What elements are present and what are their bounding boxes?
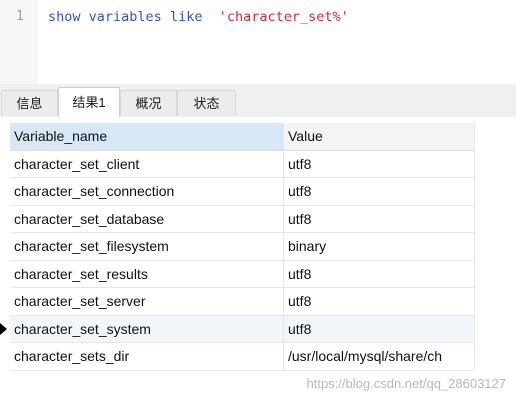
cell-variable-name[interactable]: character_set_client [10, 150, 284, 177]
tab-result-1[interactable]: 结果1 [58, 87, 120, 117]
result-grid[interactable]: Variable_name Value character_set_client… [0, 123, 474, 371]
keyword-show: show [48, 9, 81, 25]
tab-profile[interactable]: 概况 [120, 90, 177, 116]
cell-variable-name[interactable]: character_sets_dir [10, 343, 284, 370]
table-row[interactable]: character_set_client utf8 [10, 150, 474, 178]
keyword-like: like [169, 9, 203, 25]
sql-code-line[interactable]: show variables like 'character_set%' [48, 9, 349, 25]
tab-status[interactable]: 状态 [177, 90, 236, 116]
tab-info[interactable]: 信息 [1, 90, 58, 116]
cell-value[interactable]: utf8 [284, 288, 474, 315]
cell-variable-name[interactable]: character_set_results [10, 260, 284, 287]
table-row[interactable]: character_set_results utf8 [10, 260, 474, 288]
cell-value[interactable]: utf8 [284, 178, 474, 205]
result-tab-strip: 信息 结果1 概况 状态 [0, 87, 516, 117]
cell-value[interactable]: utf8 [284, 315, 474, 342]
cell-value[interactable]: utf8 [284, 261, 474, 288]
line-number: 1 [16, 9, 24, 24]
table-row[interactable]: character_set_database utf8 [10, 205, 474, 233]
cell-variable-name[interactable]: character_set_server [10, 288, 284, 315]
grid-header-row: Variable_name Value [10, 123, 474, 151]
current-row-indicator-icon [0, 322, 7, 335]
string-literal: 'character_set%' [218, 9, 349, 25]
cell-value[interactable]: /usr/local/mysql/share/ch [284, 343, 474, 370]
table-row[interactable]: character_set_filesystem binary [10, 233, 474, 261]
cell-variable-name[interactable]: character_set_filesystem [10, 233, 284, 260]
result-grid-area: Variable_name Value character_set_client… [0, 117, 516, 401]
cell-value[interactable]: utf8 [284, 206, 474, 233]
cell-value[interactable]: binary [284, 233, 474, 260]
sql-editor[interactable]: 1 show variables like 'character_set%' [0, 0, 516, 84]
table-row[interactable]: character_sets_dir /usr/local/mysql/shar… [10, 343, 474, 371]
cell-variable-name[interactable]: character_set_connection [10, 178, 284, 205]
cell-value[interactable]: utf8 [284, 151, 474, 178]
keyword-variables: variables [88, 9, 162, 25]
table-row[interactable]: character_set_connection utf8 [10, 178, 474, 206]
cell-variable-name[interactable]: character_set_system [10, 315, 284, 342]
app-window: 1 show variables like 'character_set%' 信… [0, 0, 516, 401]
column-header-variable-name[interactable]: Variable_name [10, 123, 284, 150]
cell-variable-name[interactable]: character_set_database [10, 205, 284, 232]
grid-right-border [474, 123, 475, 369]
table-row-current[interactable]: character_set_system utf8 [0, 315, 474, 343]
table-row[interactable]: character_set_server utf8 [10, 288, 474, 316]
column-header-value[interactable]: Value [284, 123, 474, 150]
watermark: https://blog.csdn.net/qq_28603127 [306, 376, 507, 391]
line-gutter: 1 [0, 0, 38, 84]
